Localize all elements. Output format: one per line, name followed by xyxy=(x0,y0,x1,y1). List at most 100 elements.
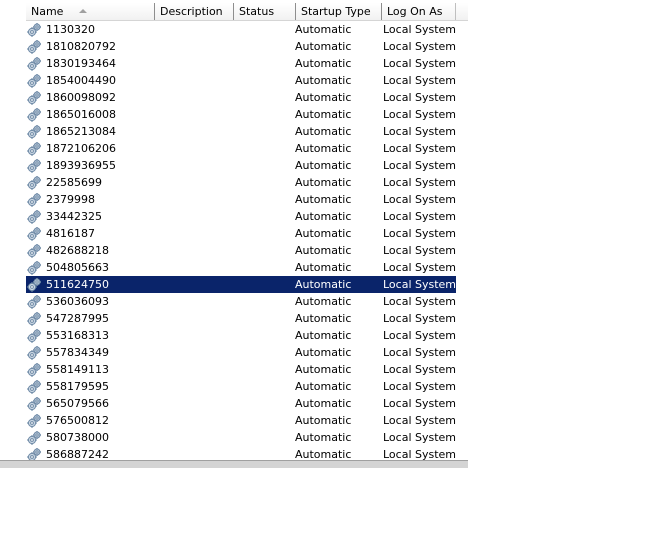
service-name-cell: 547287995 xyxy=(26,310,154,327)
service-row[interactable]: 576500812 Automatic Local System xyxy=(26,412,456,429)
service-log-on-as: Local System xyxy=(383,329,457,342)
service-name-cell: 511624750 xyxy=(26,276,154,293)
service-row[interactable]: 558179595 Automatic Local System xyxy=(26,378,456,395)
column-header-description-label: Description xyxy=(160,5,223,18)
service-row[interactable]: 1872106206 Automatic Local System xyxy=(26,140,456,157)
service-row[interactable]: 1830193464 Automatic Local System xyxy=(26,55,456,72)
service-description xyxy=(154,174,295,191)
service-row[interactable]: 2379998 Automatic Local System xyxy=(26,191,456,208)
service-name-cell: 504805663 xyxy=(26,259,154,276)
column-header-log-on-as[interactable]: Log On As xyxy=(382,3,456,20)
service-name-cell: 558149113 xyxy=(26,361,154,378)
service-name-cell: 1830193464 xyxy=(26,55,154,72)
service-name-cell: 33442325 xyxy=(26,208,154,225)
service-log-on-as: Local System xyxy=(383,244,457,257)
service-description xyxy=(154,276,295,293)
service-row[interactable]: 482688218 Automatic Local System xyxy=(26,242,456,259)
service-row[interactable]: 1130320 Automatic Local System xyxy=(26,21,456,38)
gear-icon xyxy=(26,243,42,259)
service-log-on-as: Local System xyxy=(383,261,457,274)
column-header-startup-type-label: Startup Type xyxy=(301,5,371,18)
service-description xyxy=(154,259,295,276)
service-name: 1865213084 xyxy=(46,125,116,138)
gear-icon xyxy=(26,277,42,293)
service-row[interactable]: 557834349 Automatic Local System xyxy=(26,344,456,361)
service-log-on-as: Local System xyxy=(383,346,457,359)
service-name: 1860098092 xyxy=(46,91,116,104)
service-name-cell: 1865213084 xyxy=(26,123,154,140)
gear-icon xyxy=(26,345,42,361)
service-startup-type: Automatic xyxy=(295,278,352,291)
service-row[interactable]: 547287995 Automatic Local System xyxy=(26,310,456,327)
gear-icon xyxy=(26,175,42,191)
service-description xyxy=(154,72,295,89)
service-row[interactable]: 558149113 Automatic Local System xyxy=(26,361,456,378)
column-header-description[interactable]: Description xyxy=(155,3,234,20)
service-row[interactable]: 4816187 Automatic Local System xyxy=(26,225,456,242)
service-row[interactable]: 1893936955 Automatic Local System xyxy=(26,157,456,174)
column-header-log-on-as-label: Log On As xyxy=(387,5,443,18)
column-header-status[interactable]: Status xyxy=(234,3,296,20)
service-log-on-as: Local System xyxy=(383,193,457,206)
service-description xyxy=(154,429,295,446)
service-row[interactable]: 580738000 Automatic Local System xyxy=(26,429,456,446)
service-row[interactable]: 536036093 Automatic Local System xyxy=(26,293,456,310)
service-name-cell: 1854004490 xyxy=(26,72,154,89)
service-startup-type: Automatic xyxy=(295,210,352,223)
service-name: 482688218 xyxy=(46,244,109,257)
service-description xyxy=(154,140,295,157)
service-description xyxy=(154,106,295,123)
service-log-on-as: Local System xyxy=(383,176,457,189)
horizontal-scrollbar[interactable] xyxy=(0,460,468,468)
column-header-name[interactable]: Name xyxy=(26,3,155,20)
service-row[interactable]: 22585699 Automatic Local System xyxy=(26,174,456,191)
service-startup-type: Automatic xyxy=(295,91,352,104)
service-row[interactable]: 565079566 Automatic Local System xyxy=(26,395,456,412)
service-startup-type: Automatic xyxy=(295,40,352,53)
gear-icon xyxy=(26,192,42,208)
service-name-cell: 553168313 xyxy=(26,327,154,344)
service-row[interactable]: 1810820792 Automatic Local System xyxy=(26,38,456,55)
service-row[interactable]: 553168313 Automatic Local System xyxy=(26,327,456,344)
service-description xyxy=(154,395,295,412)
gear-icon xyxy=(26,107,42,123)
service-log-on-as: Local System xyxy=(383,210,457,223)
service-name: 557834349 xyxy=(46,346,109,359)
service-name-cell: 1872106206 xyxy=(26,140,154,157)
gear-icon xyxy=(26,413,42,429)
service-name-cell: 1865016008 xyxy=(26,106,154,123)
service-name-cell: 482688218 xyxy=(26,242,154,259)
service-log-on-as: Local System xyxy=(383,125,457,138)
service-name: 1893936955 xyxy=(46,159,116,172)
service-log-on-as: Local System xyxy=(383,278,457,291)
service-row[interactable]: 1860098092 Automatic Local System xyxy=(26,89,456,106)
service-startup-type: Automatic xyxy=(295,142,352,155)
column-header-startup-type[interactable]: Startup Type xyxy=(296,3,382,20)
service-log-on-as: Local System xyxy=(383,57,457,70)
service-row[interactable]: 33442325 Automatic Local System xyxy=(26,208,456,225)
service-startup-type: Automatic xyxy=(295,108,352,121)
service-row[interactable]: 504805663 Automatic Local System xyxy=(26,259,456,276)
service-log-on-as: Local System xyxy=(383,40,457,53)
gear-icon xyxy=(26,141,42,157)
service-log-on-as: Local System xyxy=(383,159,457,172)
service-description xyxy=(154,21,295,38)
service-description xyxy=(154,225,295,242)
column-header-row: Name Description Status Startup Type Log… xyxy=(26,3,468,21)
service-description xyxy=(154,378,295,395)
service-log-on-as: Local System xyxy=(383,397,457,410)
gear-icon xyxy=(26,209,42,225)
gear-icon xyxy=(26,396,42,412)
gear-icon xyxy=(26,311,42,327)
service-name: 1130320 xyxy=(46,23,95,36)
gear-icon xyxy=(26,294,42,310)
service-startup-type: Automatic xyxy=(295,193,352,206)
service-row[interactable]: 1865213084 Automatic Local System xyxy=(26,123,456,140)
service-row[interactable]: 511624750 Automatic Local System xyxy=(26,276,456,293)
service-name: 1810820792 xyxy=(46,40,116,53)
service-row[interactable]: 1865016008 Automatic Local System xyxy=(26,106,456,123)
service-log-on-as: Local System xyxy=(383,227,457,240)
service-startup-type: Automatic xyxy=(295,380,352,393)
service-row[interactable]: 1854004490 Automatic Local System xyxy=(26,72,456,89)
services-list-view[interactable]: Name Description Status Startup Type Log… xyxy=(0,0,468,468)
